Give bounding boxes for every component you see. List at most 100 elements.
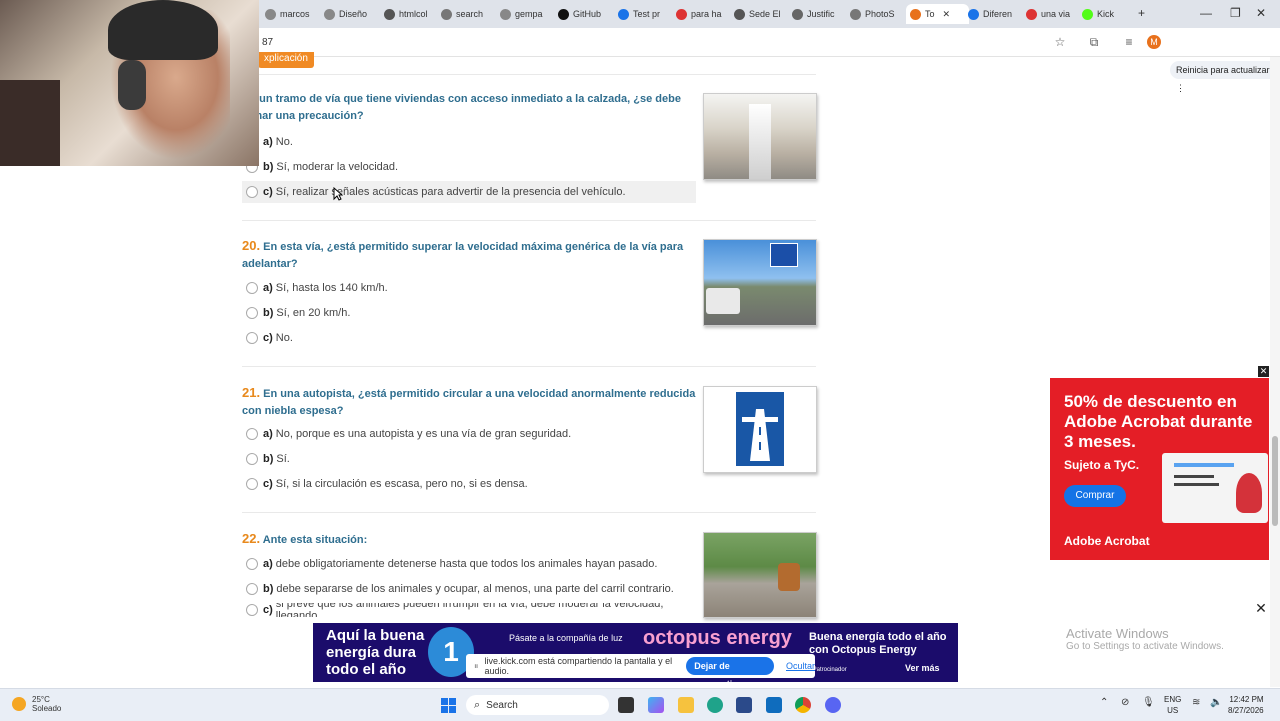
question-title: 20. En esta vía, ¿está permitido superar… — [242, 237, 697, 273]
network-off-icon[interactable]: ⊘ — [1121, 697, 1129, 708]
radio-button[interactable] — [246, 604, 258, 616]
browser-tab[interactable]: To ✕ — [906, 4, 969, 24]
windows-start-icon[interactable] — [441, 698, 456, 713]
adobe-ad[interactable]: 50% de descuento en Adobe Acrobat durant… — [1050, 378, 1269, 560]
wifi-icon[interactable]: ≋ — [1192, 697, 1200, 708]
profile-avatar[interactable]: M — [1147, 35, 1161, 49]
ad-brand: Adobe Acrobat — [1064, 534, 1150, 548]
browser-tab[interactable]: Diseño — [324, 4, 379, 24]
restore-icon[interactable]: ❐ — [1230, 6, 1241, 20]
update-button[interactable]: Reinicia para actualizar ⋮ — [1170, 61, 1280, 93]
browser-tab[interactable]: Sede El — [734, 4, 789, 24]
volume-icon[interactable]: 🔈 — [1210, 697, 1222, 708]
tray-chevron-icon[interactable]: ⌃ — [1100, 697, 1108, 708]
tab-favicon-icon — [1082, 8, 1093, 20]
discord-icon[interactable] — [825, 697, 841, 713]
browser-tab[interactable]: Justific — [792, 4, 847, 24]
radio-button[interactable] — [246, 558, 258, 570]
radio-button[interactable] — [246, 478, 258, 490]
option-row[interactable]: a) debe obligatoriamente detenerse hasta … — [242, 553, 696, 575]
tab-favicon-icon — [676, 8, 687, 20]
option-row[interactable]: b) Sí, moderar la velocidad. — [242, 156, 696, 178]
browser-tab[interactable]: gempa — [500, 4, 555, 24]
store-icon[interactable] — [736, 697, 752, 713]
browser-tab[interactable]: GitHub — [558, 4, 613, 24]
browser-tab[interactable]: Diferen — [968, 4, 1023, 24]
browser-tab[interactable]: Test pr — [618, 4, 673, 24]
radio-button[interactable] — [246, 332, 258, 344]
option-row[interactable]: b) Sí, en 20 km/h. — [242, 302, 696, 324]
scrollbar[interactable] — [1270, 57, 1280, 687]
browser-tab[interactable]: htmlcol — [384, 4, 436, 24]
headphones-icon — [118, 60, 146, 110]
option-row[interactable]: b) debe separarse de los animales y ocupa… — [242, 578, 696, 600]
url-input[interactable]: 87 — [262, 37, 273, 48]
street-photo — [703, 93, 817, 180]
mail-icon[interactable] — [766, 697, 782, 713]
file-explorer-icon[interactable] — [678, 697, 694, 713]
stop-sharing-button[interactable]: Dejar de compartir — [686, 657, 774, 689]
explicacion-button[interactable]: xplicación — [258, 52, 314, 68]
taskbar-search[interactable]: ⌕ Search — [466, 695, 609, 715]
option-row[interactable]: c) Sí, realizar señales acústicas para ad… — [242, 181, 696, 203]
option-row[interactable]: c) si prevé que los animales pueden irrum… — [242, 603, 696, 617]
question-number: 20. — [242, 238, 261, 253]
ad-subtitle: Sujeto a TyC. — [1064, 458, 1140, 472]
radio-button[interactable] — [246, 307, 258, 319]
option-row[interactable]: b) Sí. — [242, 448, 696, 470]
edge-icon[interactable] — [707, 697, 723, 713]
microphone-icon[interactable]: 🎙 — [1142, 697, 1155, 708]
tab-label: Diseño — [339, 9, 368, 19]
task-view-icon[interactable] — [618, 697, 634, 713]
tab-favicon-icon — [441, 8, 452, 20]
browser-tab[interactable]: Kick — [1082, 4, 1127, 24]
ver-mas-link[interactable]: Ver más — [905, 663, 940, 673]
ad-close-button[interactable]: ✕ — [1258, 366, 1269, 377]
chrome-icon[interactable] — [795, 697, 811, 713]
question-number: 22. — [242, 531, 261, 546]
browser-tab[interactable]: marcos — [265, 4, 320, 24]
media-icon[interactable]: ≡ — [1122, 35, 1136, 49]
ad-left-text: Aquí la buena energía dura todo el año — [326, 627, 425, 678]
browser-tab[interactable]: una via — [1026, 4, 1078, 24]
close-window-icon[interactable]: ✕ — [1256, 6, 1266, 20]
language-indicator[interactable]: ENG US — [1164, 694, 1181, 716]
option-row[interactable]: a) No, porque es una autopista y es una v… — [242, 423, 696, 445]
radio-button[interactable] — [246, 186, 258, 198]
option-text: No. — [275, 332, 293, 344]
close-tab-icon[interactable]: ✕ — [943, 9, 951, 20]
extensions-icon[interactable]: ⧉ — [1087, 35, 1101, 49]
option-row[interactable]: a) No. — [242, 131, 696, 153]
clock[interactable]: 12:42 PM 8/27/2026 — [1228, 694, 1264, 716]
hide-link[interactable]: Ocultar — [786, 661, 815, 671]
radio-button[interactable] — [246, 428, 258, 440]
bottom-ad-close-button[interactable]: ✕ — [1254, 601, 1268, 615]
tab-favicon-icon — [968, 8, 979, 20]
browser-tab[interactable]: search — [441, 4, 496, 24]
tab-favicon-icon — [910, 8, 921, 20]
radio-button[interactable] — [246, 453, 258, 465]
weather-widget[interactable]: 25°C Soleado — [12, 695, 61, 713]
option-row[interactable]: c) No. — [242, 327, 696, 349]
drag-handle-icon[interactable]: ⏸ — [474, 661, 479, 672]
option-text: No. — [275, 136, 293, 148]
minimize-icon[interactable]: — — [1200, 6, 1212, 20]
option-row[interactable]: a) Sí, hasta los 140 km/h. — [242, 277, 696, 299]
divider — [242, 220, 816, 221]
option-row[interactable]: c) Sí, si la circulación es escasa, pero … — [242, 473, 696, 495]
radio-button[interactable] — [246, 583, 258, 595]
browser-tab[interactable]: para ha — [676, 4, 731, 24]
copilot-icon[interactable] — [648, 697, 664, 713]
bookmark-star-icon[interactable]: ☆ — [1053, 35, 1067, 49]
option-text: No, porque es una autopista y es una vía… — [275, 428, 572, 440]
option-text: si prevé que los animales pueden irrumpi… — [275, 603, 664, 617]
tab-favicon-icon — [618, 8, 629, 20]
option-letter: a) — [263, 282, 273, 294]
new-tab-button[interactable]: + — [1138, 6, 1145, 20]
option-letter: c) — [263, 332, 273, 344]
radio-button[interactable] — [246, 282, 258, 294]
scrollbar-thumb[interactable] — [1272, 436, 1278, 526]
browser-tab[interactable]: PhotoS — [850, 4, 902, 24]
comprar-button[interactable]: Comprar — [1064, 485, 1126, 507]
option-text: Sí, hasta los 140 km/h. — [275, 282, 388, 294]
